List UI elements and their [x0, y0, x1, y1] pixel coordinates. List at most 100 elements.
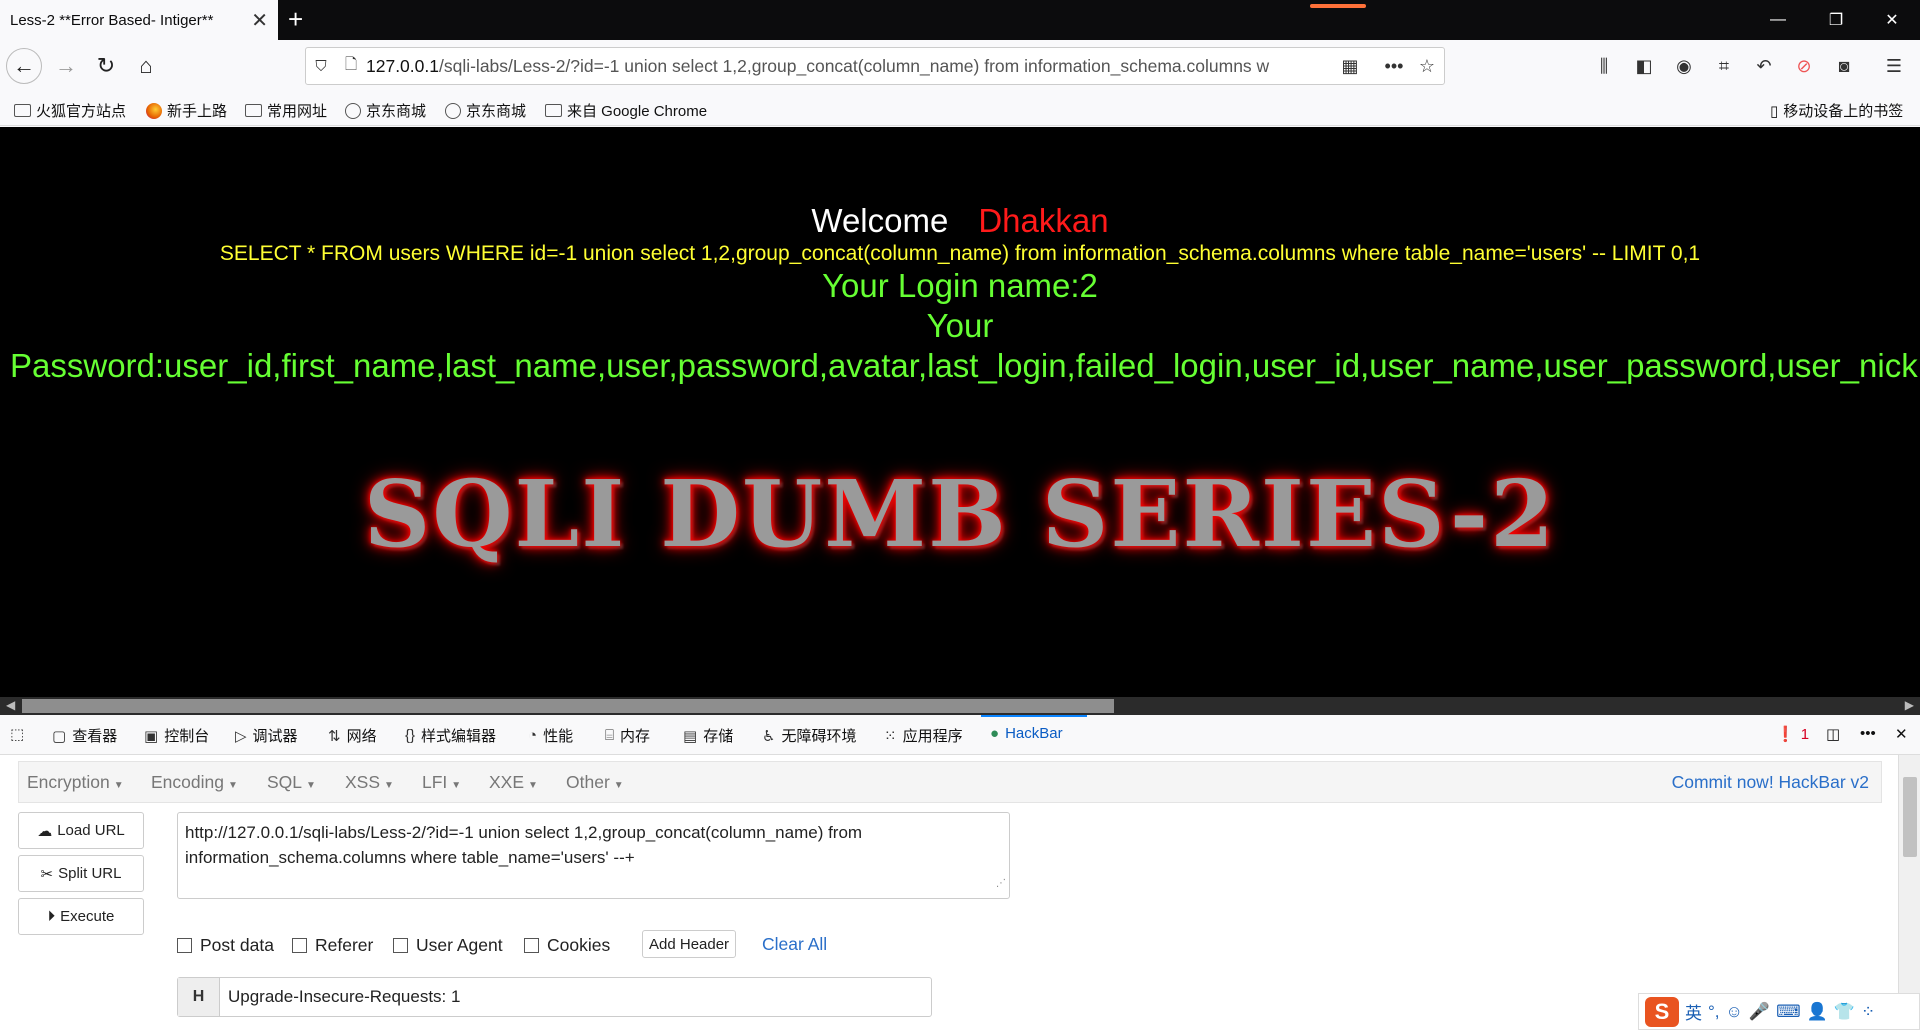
firefox-icon	[146, 102, 162, 119]
skin-icon[interactable]: 👤	[1807, 1002, 1828, 1022]
url-textarea[interactable]: http://127.0.0.1/sqli-labs/Less-2/?id=-1…	[177, 812, 1010, 899]
bookmark-item[interactable]: 来自 Google Chrome	[545, 100, 707, 121]
scrollbar-thumb[interactable]	[22, 699, 1114, 713]
tab-performance[interactable]: ◔ 性能	[528, 725, 573, 746]
tab-memory[interactable]: ⌸ 内存	[605, 725, 650, 746]
home-icon[interactable]: ⌂	[128, 48, 164, 84]
element-picker-icon[interactable]: ⬚	[10, 725, 24, 743]
menu-encryption[interactable]: Encryption ▼	[27, 772, 124, 793]
reload-icon[interactable]: ↻	[88, 48, 124, 84]
minimize-icon[interactable]: —	[1750, 0, 1806, 40]
forward-arrow-icon[interactable]: →	[48, 48, 84, 84]
caret-down-icon: ▼	[227, 780, 238, 791]
cookies-checkbox[interactable]: Cookies	[524, 935, 610, 956]
address-bar[interactable]: ⛉ 🗋 127.0.0.1 /sqli-labs/Less-2/?id=-1 u…	[305, 47, 1445, 85]
horizontal-scrollbar[interactable]: ◀ ▶	[0, 697, 1920, 715]
toolbox-icon[interactable]: ⁘	[1861, 1002, 1875, 1022]
checkbox-label: Post data	[200, 935, 274, 955]
commit-link[interactable]: Commit now! HackBar v2	[1672, 772, 1869, 793]
inspector-icon: ▢	[52, 727, 67, 745]
sidebar-icon[interactable]: ◧	[1630, 52, 1658, 80]
tab-close-icon[interactable]: ✕	[251, 8, 268, 33]
sogou-logo-icon[interactable]: S	[1645, 996, 1679, 1027]
punctuation-icon[interactable]: °,	[1708, 1002, 1720, 1022]
menu-sql[interactable]: SQL ▼	[267, 772, 316, 793]
post-data-checkbox[interactable]: Post data	[177, 935, 274, 956]
resize-grip-icon[interactable]: ⋰	[996, 871, 1006, 896]
keyboard-icon[interactable]: ⌨	[1776, 1002, 1801, 1022]
menu-xxe[interactable]: XXE ▼	[489, 772, 538, 793]
devtools-close-icon[interactable]: ✕	[1895, 725, 1908, 743]
extension-icon[interactable]: ◉	[1670, 52, 1698, 80]
checkbox-label: Referer	[315, 935, 374, 955]
globe-icon	[345, 102, 361, 119]
menu-icon[interactable]: ☰	[1880, 52, 1908, 80]
tab-storage[interactable]: ▤ 存储	[683, 725, 733, 746]
menu-lfi[interactable]: LFI ▼	[422, 772, 461, 793]
error-count: 1	[1800, 725, 1810, 743]
ime-language[interactable]: 英	[1685, 999, 1702, 1024]
window-close-icon[interactable]: ✕	[1864, 0, 1920, 40]
user-agent-checkbox[interactable]: User Agent	[393, 935, 503, 956]
bookmark-item[interactable]: 火狐官方站点	[14, 100, 126, 121]
header-value-input[interactable]: Upgrade-Insecure-Requests: 1	[220, 978, 460, 1016]
undo-icon[interactable]: ↶	[1750, 52, 1778, 80]
back-arrow-icon[interactable]: ←	[6, 48, 42, 84]
bookmark-label: 火狐官方站点	[36, 103, 127, 120]
tab-application[interactable]: ⁙ 应用程序	[884, 725, 963, 746]
tab-label: 样式编辑器	[421, 728, 497, 745]
tab-style-editor[interactable]: {} 样式编辑器	[405, 725, 496, 746]
tab-hackbar[interactable]: ● HackBar	[990, 725, 1063, 742]
add-header-button[interactable]: Add Header	[642, 930, 737, 958]
active-tab[interactable]: Less-2 **Error Based- Intiger** ✕	[0, 0, 278, 40]
block-icon[interactable]: ⊘	[1790, 52, 1818, 80]
emoji-icon[interactable]: ☺	[1726, 1002, 1743, 1022]
screenshot-icon[interactable]: ⌗	[1710, 52, 1738, 80]
hackbar-icon: ●	[990, 725, 1000, 742]
clear-all-link[interactable]: Clear All	[762, 934, 827, 955]
bookmark-star-icon[interactable]: ☆	[1413, 52, 1441, 80]
bookmark-item[interactable]: 常用网址	[245, 100, 327, 121]
header-key: H	[178, 978, 220, 1016]
menu-encoding[interactable]: Encoding ▼	[151, 772, 238, 793]
gauge-icon: ◔	[528, 727, 538, 744]
scrollbar-thumb[interactable]	[1903, 777, 1917, 857]
microphone-icon[interactable]: 🎤	[1749, 1002, 1770, 1022]
hackbar-panel: Encryption ▼ Encoding ▼ SQL ▼ XSS ▼ LFI ▼ XXE…	[0, 755, 1920, 1030]
referer-checkbox[interactable]: Referer	[292, 935, 373, 956]
split-url-button[interactable]: ✂ Split URL	[18, 855, 144, 892]
bookmark-item[interactable]: 京东商城	[445, 100, 526, 121]
page-actions-icon[interactable]: •••	[1380, 52, 1408, 80]
mobile-bookmarks[interactable]: ▯ 移动设备上的书签	[1770, 100, 1903, 121]
tab-debugger[interactable]: ▷ 调试器	[235, 725, 298, 746]
library-icon[interactable]: ⫼	[1590, 52, 1618, 80]
scroll-right-icon[interactable]: ▶	[1905, 698, 1914, 712]
new-tab-icon[interactable]: +	[288, 4, 303, 35]
shirt-icon[interactable]: 👕	[1834, 1002, 1855, 1022]
menu-other[interactable]: Other ▼	[566, 772, 624, 793]
scroll-left-icon[interactable]: ◀	[6, 698, 15, 712]
more-options-icon[interactable]: •••	[1860, 725, 1876, 742]
restore-icon[interactable]: ❐	[1808, 0, 1864, 40]
sql-query: SELECT * FROM users WHERE id=-1 union se…	[219, 242, 1701, 265]
page-info-icon[interactable]: 🗋	[336, 54, 366, 79]
menu-xss[interactable]: XSS ▼	[345, 772, 394, 793]
dock-icon[interactable]: ◫	[1826, 725, 1840, 743]
load-url-button[interactable]: ☁ Load URL	[18, 812, 144, 849]
tab-inspector[interactable]: ▢ 查看器	[52, 725, 117, 746]
execute-button[interactable]: ⏵ Execute	[18, 898, 144, 935]
qr-code-icon[interactable]: ▦	[1336, 52, 1364, 80]
error-counter[interactable]: ❗ 1	[1776, 725, 1810, 744]
bookmark-item[interactable]: 京东商城	[345, 100, 426, 121]
shield-icon[interactable]: ⛉	[306, 58, 336, 75]
tab-network[interactable]: ⇅ 网络	[328, 725, 377, 746]
bookmark-item[interactable]: 新手上路	[146, 100, 227, 121]
container-icon[interactable]: ◙	[1830, 52, 1858, 80]
storage-icon: ▤	[683, 727, 698, 745]
tab-console[interactable]: ▣ 控制台	[144, 725, 209, 746]
play-circle-icon: ⏵	[47, 908, 56, 925]
tab-strip: Less-2 **Error Based- Intiger** ✕ + — ❐ …	[0, 0, 1920, 40]
vertical-scrollbar[interactable]	[1898, 755, 1920, 1030]
button-label: Split URL	[58, 865, 122, 882]
tab-accessibility[interactable]: ♿ 无障碍环境	[762, 725, 856, 746]
